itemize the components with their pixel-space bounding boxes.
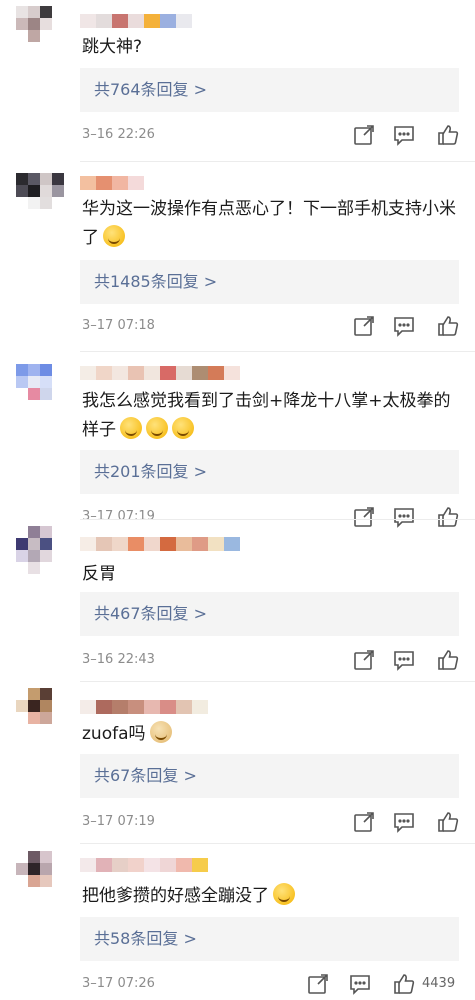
like-icon[interactable] [436, 648, 460, 672]
replies-link[interactable]: 共201条回复 > [80, 450, 459, 494]
comment-text-content: zuofa吗 [82, 724, 146, 744]
comment-icon[interactable] [392, 810, 416, 834]
comment-time: 3–17 07:19 [82, 814, 155, 829]
like-count: 4439 [422, 976, 456, 991]
avatar[interactable] [16, 364, 64, 412]
username-pixelated[interactable] [80, 700, 208, 714]
thinking-emoji-icon [146, 417, 168, 439]
username-pixelated[interactable] [80, 366, 240, 380]
share-icon[interactable] [352, 314, 376, 338]
divider [80, 161, 475, 162]
like-icon[interactable] [436, 505, 460, 529]
comment-text: 华为这一波操作有点恶心了！下一部手机支持小米了 [82, 195, 464, 253]
divider [80, 843, 475, 844]
comment-text: zuofa吗 [82, 720, 464, 749]
replies-link[interactable]: 共467条回复 > [80, 592, 459, 636]
comment-meta: 3–17 07:18 [82, 314, 462, 338]
username-pixelated[interactable] [80, 14, 192, 28]
divider [80, 519, 475, 520]
like-icon[interactable] [436, 810, 460, 834]
share-icon[interactable] [352, 810, 376, 834]
share-icon[interactable] [352, 123, 376, 147]
replies-link[interactable]: 共58条回复 > [80, 917, 459, 961]
share-icon[interactable] [306, 972, 330, 996]
comment-text: 我怎么感觉我看到了击剑+降龙十八掌+太极拳的样子 [82, 387, 464, 445]
comment-icon[interactable] [392, 123, 416, 147]
comment-meta: 3–16 22:26 [82, 123, 462, 147]
comment-time: 3–17 07:19 [82, 509, 155, 524]
comment-time: 3–16 22:26 [82, 127, 155, 142]
avatar[interactable] [16, 851, 64, 899]
comment-meta: 3–17 07:19 [82, 505, 462, 529]
comment-text: 跳大神? [82, 37, 143, 57]
comment-icon[interactable] [392, 648, 416, 672]
comment-text: 反胃 [82, 564, 116, 584]
replies-link[interactable]: 共764条回复 > [80, 68, 459, 112]
grin-emoji-icon [103, 225, 125, 247]
comment-time: 3–16 22:43 [82, 652, 155, 667]
comment-time: 3–17 07:26 [82, 976, 155, 991]
comment-text-content: 把他爹攒的好感全蹦没了 [82, 886, 269, 906]
comment-text-content: 华为这一波操作有点恶心了！下一部手机支持小米了 [82, 199, 456, 248]
avatar[interactable] [16, 688, 64, 736]
thinking-emoji-icon [120, 417, 142, 439]
comment-meta: 3–16 22:43 [82, 648, 462, 672]
smile-emoji-icon [273, 883, 295, 905]
share-icon[interactable] [352, 648, 376, 672]
comment-icon[interactable] [348, 972, 372, 996]
avatar[interactable] [16, 6, 64, 54]
comment-meta: 3–17 07:19 [82, 810, 462, 834]
replies-link[interactable]: 共1485条回复 > [80, 260, 459, 304]
like-icon[interactable] [436, 314, 460, 338]
comment-time: 3–17 07:18 [82, 318, 155, 333]
doge-emoji-icon [149, 721, 172, 743]
like-icon[interactable] [392, 972, 416, 996]
divider [80, 351, 475, 352]
share-icon[interactable] [352, 505, 376, 529]
replies-link[interactable]: 共67条回复 > [80, 754, 459, 798]
username-pixelated[interactable] [80, 176, 144, 190]
like-icon[interactable] [436, 123, 460, 147]
avatar[interactable] [16, 526, 64, 574]
username-pixelated[interactable] [80, 858, 208, 872]
avatar[interactable] [16, 173, 64, 221]
comment-icon[interactable] [392, 505, 416, 529]
comment-text: 把他爹攒的好感全蹦没了 [82, 882, 464, 911]
comment-meta: 3–17 07:26 4439 [82, 972, 462, 996]
thinking-emoji-icon [172, 417, 194, 439]
divider [80, 681, 475, 682]
username-pixelated[interactable] [80, 537, 240, 551]
comment-icon[interactable] [392, 314, 416, 338]
